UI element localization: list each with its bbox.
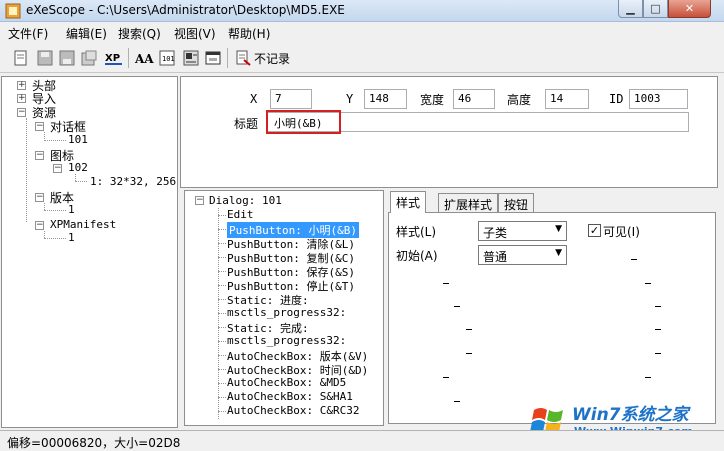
dialog-control-item[interactable]: Edit [227, 208, 254, 221]
empty-option-marker [454, 306, 460, 307]
open-icon[interactable] [12, 49, 30, 67]
properties-panel: X 7 Y 148 宽度 46 高度 14 ID 1003 标题 小明(&B) [180, 76, 718, 188]
resource-tree[interactable]: + 头部 + 导入 − 资源 − 对话框 101 − 图标 − 102 1: 3… [1, 76, 178, 428]
y-field[interactable]: 148 [364, 89, 407, 109]
x-field[interactable]: 7 [270, 89, 312, 109]
no-record-icon[interactable] [234, 49, 252, 67]
close-button[interactable]: ✕ [668, 0, 711, 18]
chevron-down-icon: ▼ [555, 248, 562, 258]
maximize-button[interactable]: □ [643, 0, 668, 18]
tree-item-icon-102[interactable]: 102 [68, 161, 88, 174]
minimize-button[interactable]: ▁ [618, 0, 643, 18]
visible-label[interactable]: 可见(I) [603, 223, 640, 240]
initial-select-value: 普通 [483, 250, 508, 264]
window-title: eXeScope - C:\Users\Administrator\Deskto… [26, 3, 345, 17]
font-icon[interactable]: AA [134, 49, 154, 67]
empty-option-marker [645, 377, 651, 378]
empty-option-marker [655, 353, 661, 354]
hex-icon[interactable]: 1010 [158, 49, 176, 67]
y-label: Y [346, 92, 354, 106]
watermark-brand: Win7系统之家 [572, 405, 689, 425]
empty-option-marker [443, 377, 449, 378]
caption-highlight: 小明(&B) [266, 110, 341, 134]
export-icon[interactable] [80, 49, 98, 67]
tab-content: 样式(L) 子类 ▼ ✓ 可见(I) 初始(A) 普通 ▼ [388, 212, 716, 424]
chevron-down-icon: ▼ [555, 224, 562, 234]
collapse-icon[interactable]: − [17, 108, 26, 117]
menu-help[interactable]: 帮助(H) [228, 25, 270, 42]
tab-button[interactable]: 按钮 [498, 193, 535, 213]
menu-view[interactable]: 视图(V) [174, 25, 216, 42]
style-label: 样式(L) [396, 225, 437, 239]
svg-text:AA: AA [134, 52, 154, 66]
empty-option-marker [645, 283, 651, 284]
svg-text:1010: 1010 [162, 55, 175, 63]
height-label: 高度 [507, 93, 532, 107]
tree-item-dialog-101[interactable]: 101 [68, 133, 88, 146]
expand-icon[interactable]: + [17, 81, 26, 90]
menu-file[interactable]: 文件(F) [8, 25, 48, 42]
status-text: 偏移=00006820，大小=02D8 [7, 436, 181, 450]
expand-icon[interactable]: + [17, 94, 26, 103]
empty-option-marker [443, 283, 449, 284]
collapse-icon[interactable]: − [35, 122, 44, 131]
width-field[interactable]: 46 [453, 89, 495, 109]
menu-edit[interactable]: 编辑(E) [66, 25, 107, 42]
app-icon [5, 3, 21, 19]
dialog-control-item[interactable]: AutoCheckBox: S&HA1 [227, 390, 353, 403]
initial-select[interactable]: 普通 ▼ [478, 245, 567, 265]
empty-option-marker [466, 353, 472, 354]
style-select-value: 子类 [483, 226, 508, 240]
id-label: ID [609, 92, 624, 106]
menu-bar: 文件(F) 编辑(E) 搜索(Q) 视图(V) 帮助(H) [0, 22, 724, 42]
tab-style[interactable]: 样式 [390, 191, 427, 213]
dialog-control-tree[interactable]: − Dialog: 101 Edit PushButton: 小明(&B) Push… [184, 190, 384, 426]
collapse-icon[interactable]: − [35, 221, 44, 230]
collapse-icon[interactable]: − [195, 196, 204, 205]
caption-value: 小明(&B) [274, 117, 323, 130]
visible-checkbox[interactable]: ✓ [588, 224, 601, 237]
dialog-control-item[interactable]: msctls_progress32: [227, 306, 346, 319]
menu-search[interactable]: 搜索(Q) [118, 25, 161, 42]
caption-label: 标题 [234, 117, 259, 131]
status-bar: 偏移=00006820，大小=02D8 [0, 430, 724, 451]
style-tab-area: 样式 扩展样式 按钮 样式(L) 子类 ▼ ✓ 可见(I) 初始(A) 普通 ▼ [386, 190, 718, 426]
collapse-icon[interactable]: − [35, 193, 44, 202]
save-icon[interactable] [36, 49, 54, 67]
empty-option-marker [655, 329, 661, 330]
image-icon[interactable] [182, 49, 200, 67]
save-as-icon[interactable] [58, 49, 76, 67]
x-label: X [250, 92, 258, 106]
style-select[interactable]: 子类 ▼ [478, 221, 567, 241]
toolbar: XP AA 1010 不记录 [0, 43, 724, 73]
collapse-icon[interactable]: − [53, 164, 62, 173]
tab-ext-style[interactable]: 扩展样式 [438, 193, 499, 213]
xp-manifest-icon[interactable]: XP [104, 49, 124, 67]
initial-label: 初始(A) [396, 249, 438, 263]
width-label: 宽度 [420, 93, 445, 107]
dialog-control-item[interactable]: AutoCheckBox: &MD5 [227, 376, 346, 389]
collapse-icon[interactable]: − [35, 151, 44, 160]
tree-item-icon-size[interactable]: 1: 32*32, 256 [90, 175, 176, 188]
dialog-control-item[interactable]: msctls_progress32: [227, 334, 346, 347]
empty-option-marker [655, 306, 661, 307]
empty-option-marker [631, 259, 637, 260]
tree-item-xpmanifest-1[interactable]: 1 [68, 231, 75, 244]
title-bar: eXeScope - C:\Users\Administrator\Deskto… [0, 0, 724, 22]
no-record-label[interactable]: 不记录 [254, 50, 290, 67]
tree-item-version-1[interactable]: 1 [68, 203, 75, 216]
dialog-control-item[interactable]: AutoCheckBox: C&RC32 [227, 404, 359, 417]
height-field[interactable]: 14 [545, 89, 589, 109]
empty-option-marker [466, 329, 472, 330]
dialog-icon[interactable] [204, 49, 222, 67]
tree-item-xpmanifest[interactable]: XPManifest [50, 218, 116, 231]
empty-option-marker [454, 401, 460, 402]
dialog-root[interactable]: Dialog: 101 [209, 194, 282, 207]
svg-text:XP: XP [105, 53, 120, 64]
id-field[interactable]: 1003 [629, 89, 688, 109]
